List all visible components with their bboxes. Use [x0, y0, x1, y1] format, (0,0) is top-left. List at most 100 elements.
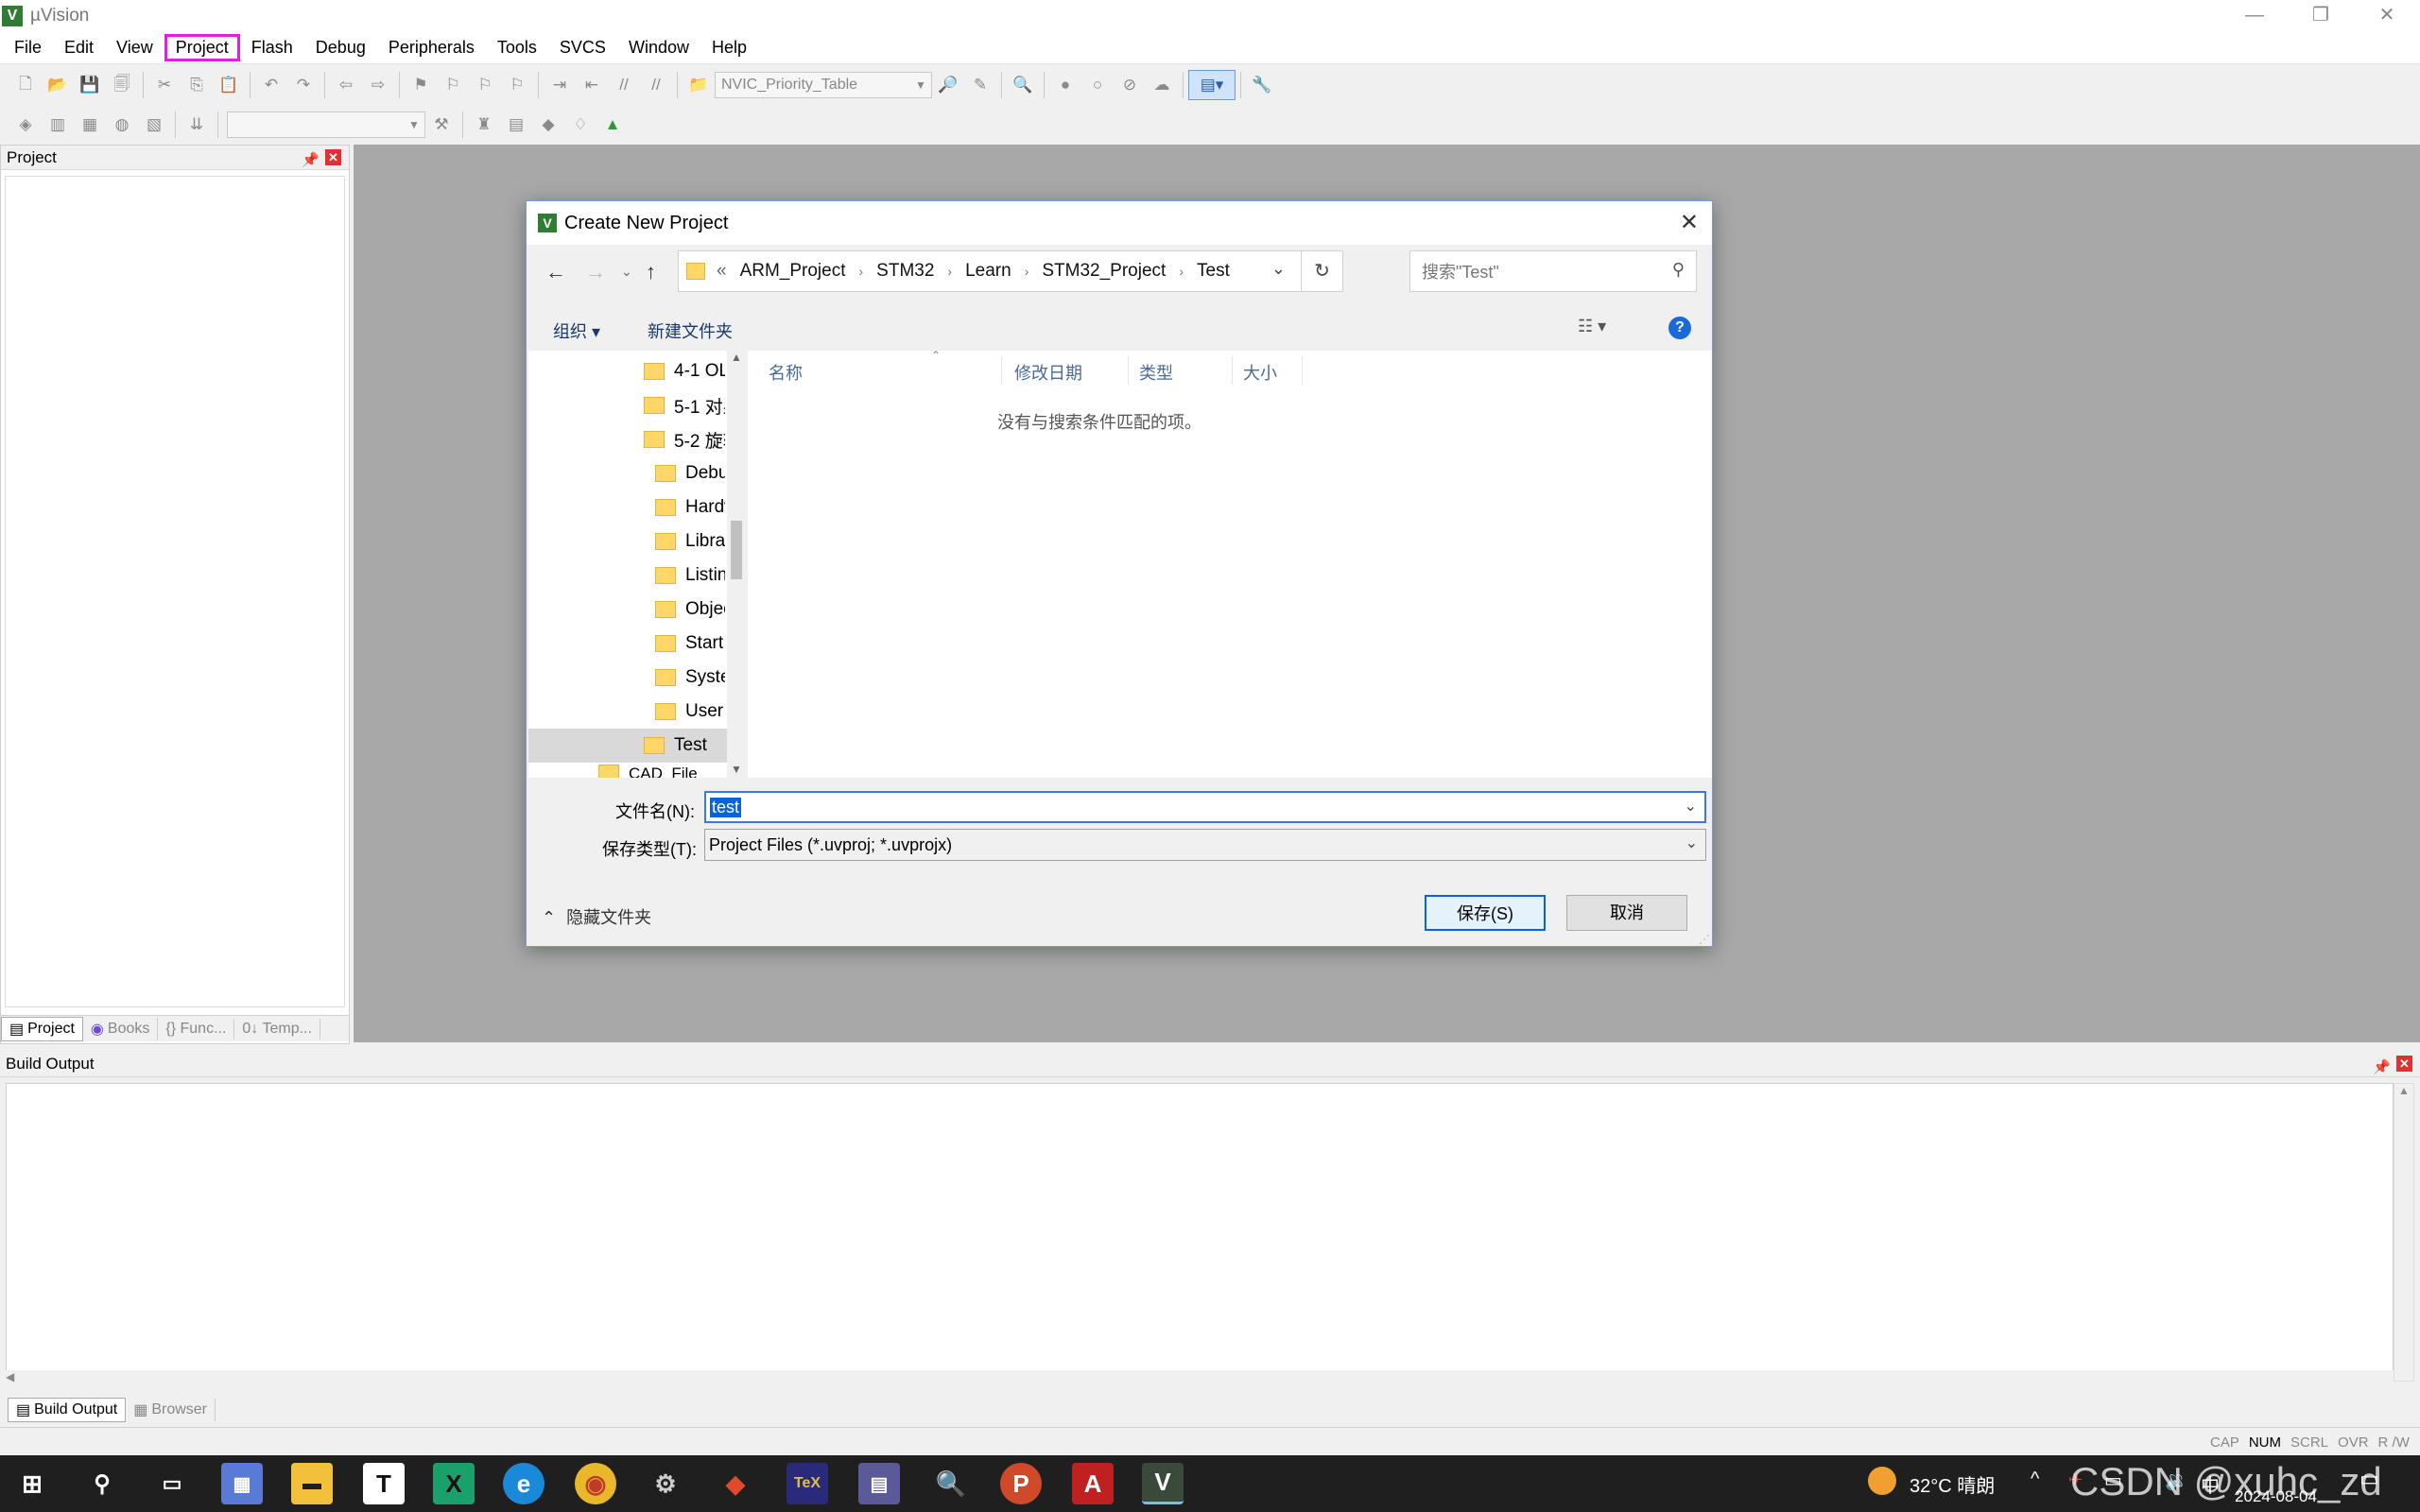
batch-build-icon[interactable]: ◍ — [106, 110, 138, 140]
save-icon[interactable]: 💾 — [74, 70, 106, 100]
menu-help[interactable]: Help — [701, 35, 757, 60]
close-icon[interactable]: ✕ — [2396, 1056, 2412, 1072]
manage-multi-project-icon[interactable]: ▤ — [500, 110, 532, 140]
search2-icon[interactable]: 🔍 — [930, 1463, 972, 1504]
chrome-icon[interactable]: ◉ — [575, 1463, 616, 1504]
resize-grip-icon[interactable]: ⋰ — [1699, 933, 1710, 946]
show-hidden-icons-chevron-icon[interactable]: ^ — [2031, 1469, 2039, 1490]
undo-icon[interactable]: ↶ — [255, 70, 287, 100]
app-red-icon[interactable]: ◆ — [715, 1463, 756, 1504]
select-packs-icon[interactable]: ◆ — [532, 110, 564, 140]
pin-icon[interactable]: 📌 — [302, 148, 320, 173]
comment-icon[interactable]: // — [608, 70, 640, 100]
target-combo[interactable]: ▼ — [227, 112, 425, 138]
tree-item[interactable]: Listings — [655, 558, 725, 593]
powerpoint-icon[interactable]: P — [1000, 1463, 1042, 1504]
debug-session-icon[interactable]: 🔍 — [1007, 70, 1039, 100]
paste-icon[interactable]: 📋 — [213, 70, 245, 100]
breadcrumb-chevron-icon[interactable]: › — [1179, 264, 1184, 279]
menu-window[interactable]: Window — [618, 35, 700, 60]
tree-item[interactable]: System — [655, 661, 725, 695]
breadcrumb-chevron-icon[interactable]: › — [859, 264, 864, 279]
tree-item[interactable]: Hardware — [655, 490, 725, 524]
organize-button[interactable]: 组织 ▾ — [553, 318, 600, 343]
breakpoint-disable-icon[interactable]: ○ — [1081, 70, 1114, 100]
column-name[interactable]: 名称 — [769, 360, 803, 385]
tree-item[interactable]: Objects — [655, 593, 725, 627]
menu-project[interactable]: Project — [164, 34, 240, 61]
breadcrumb-chevron-icon[interactable]: › — [1025, 264, 1029, 279]
copy-icon[interactable]: ⎘ — [181, 70, 213, 100]
chevron-down-icon[interactable]: ⌄ — [1685, 797, 1697, 816]
build-icon[interactable]: ▥ — [42, 110, 74, 140]
chevron-down-icon[interactable]: ⌄ — [1685, 833, 1698, 852]
tree-item[interactable]: Library — [655, 524, 725, 558]
incremental-find-icon[interactable]: ✎ — [964, 70, 996, 100]
column-modified[interactable]: 修改日期 — [1014, 360, 1082, 385]
column-size[interactable]: 大小 — [1243, 360, 1277, 385]
open-file-icon[interactable]: 📂 — [42, 70, 74, 100]
minimize-button[interactable]: — — [2221, 0, 2288, 32]
bookmark-next-icon[interactable]: ⚐ — [469, 70, 501, 100]
close-window-button[interactable]: ✕ — [2354, 0, 2420, 32]
back-arrow-icon[interactable]: ← — [545, 260, 566, 284]
find-in-files-icon[interactable]: 📁 — [683, 70, 715, 100]
search-icon[interactable]: ⚲ — [81, 1463, 123, 1504]
scroll-up-icon[interactable]: ▲ — [727, 351, 746, 364]
dialog-close-icon[interactable]: ✕ — [1680, 209, 1699, 236]
tree-item[interactable]: 5-2 旋转 — [644, 422, 725, 456]
scroll-up-icon[interactable]: ▲ — [2394, 1084, 2413, 1097]
keil-uvision-icon[interactable]: V — [1142, 1463, 1184, 1504]
menu-edit[interactable]: Edit — [54, 35, 104, 60]
tab-functions[interactable]: {} Func... — [158, 1018, 235, 1040]
weather-sun-icon[interactable] — [1868, 1467, 1896, 1495]
breadcrumb-stm32[interactable]: STM32 — [876, 261, 934, 282]
breakpoint-icon[interactable]: ● — [1049, 70, 1081, 100]
menu-debug[interactable]: Debug — [305, 35, 376, 60]
address-overflow[interactable]: « — [717, 261, 727, 282]
weather-text[interactable]: 32°C 晴朗 — [1910, 1470, 1995, 1498]
folder-tree[interactable]: 4-1 OL 5-1 对射 5-2 旋转 Debug Hardware Libr… — [528, 351, 746, 778]
stop-build-icon[interactable]: ▧ — [138, 110, 170, 140]
tree-item[interactable]: User — [655, 695, 725, 729]
view-options-icon[interactable]: ☷ ▾ — [1578, 317, 1606, 336]
filename-input[interactable]: test ⌄ — [704, 791, 1706, 823]
new-folder-button[interactable]: 新建文件夹 — [648, 318, 733, 343]
hide-folders-button[interactable]: ⌃ 隐藏文件夹 — [542, 904, 651, 929]
horizontal-scrollbar[interactable]: ◀ — [6, 1370, 2394, 1383]
edge-icon[interactable]: e — [503, 1463, 544, 1504]
calculator-icon[interactable]: ▦ — [221, 1463, 263, 1504]
menu-tools[interactable]: Tools — [487, 35, 547, 60]
column-type[interactable]: 类型 — [1139, 360, 1173, 385]
scroll-thumb[interactable] — [731, 521, 742, 579]
build-output-text[interactable] — [6, 1083, 2394, 1382]
breadcrumb-arm-project[interactable]: ARM_Project — [740, 261, 846, 282]
file-explorer-icon[interactable]: ▬ — [291, 1463, 333, 1504]
breakpoint-kill-all-icon[interactable]: ☁ — [1146, 70, 1178, 100]
nav-back-icon[interactable]: ⇦ — [330, 70, 362, 100]
xmind-icon[interactable]: X — [433, 1463, 475, 1504]
nav-forward-icon[interactable]: ⇨ — [362, 70, 394, 100]
configure-wrench-icon[interactable]: 🔧 — [1246, 70, 1278, 100]
unindent-icon[interactable]: ⇤ — [576, 70, 608, 100]
column-divider[interactable] — [1128, 356, 1129, 385]
close-icon[interactable]: ✕ — [325, 149, 341, 165]
texstudio-icon[interactable]: TeX — [786, 1463, 828, 1504]
tree-item[interactable]: CAD_File — [598, 763, 725, 778]
translate-icon[interactable]: ◈ — [9, 110, 42, 140]
breadcrumb-learn[interactable]: Learn — [965, 261, 1011, 282]
address-dropdown-icon[interactable]: ⌄ — [1271, 259, 1286, 279]
search-icon[interactable]: ⚲ — [1672, 260, 1685, 280]
acrobat-icon[interactable]: A — [1072, 1463, 1114, 1504]
tree-scrollbar[interactable]: ▲ ▼ — [727, 351, 746, 778]
scroll-down-icon[interactable]: ▼ — [727, 763, 746, 776]
manage-project-items-icon[interactable]: ♜ — [468, 110, 500, 140]
column-divider[interactable] — [1232, 356, 1233, 385]
target-options-icon[interactable]: ⚒ — [425, 110, 458, 140]
refresh-icon[interactable]: ↻ — [1301, 251, 1342, 291]
breadcrumb-test[interactable]: Test — [1197, 261, 1230, 282]
download-load-icon[interactable]: ⇊ — [181, 110, 213, 140]
app-gear-icon[interactable]: ⚙ — [645, 1463, 686, 1504]
menu-file[interactable]: File — [4, 35, 52, 60]
new-file-icon[interactable]: 🗋 — [9, 70, 42, 100]
